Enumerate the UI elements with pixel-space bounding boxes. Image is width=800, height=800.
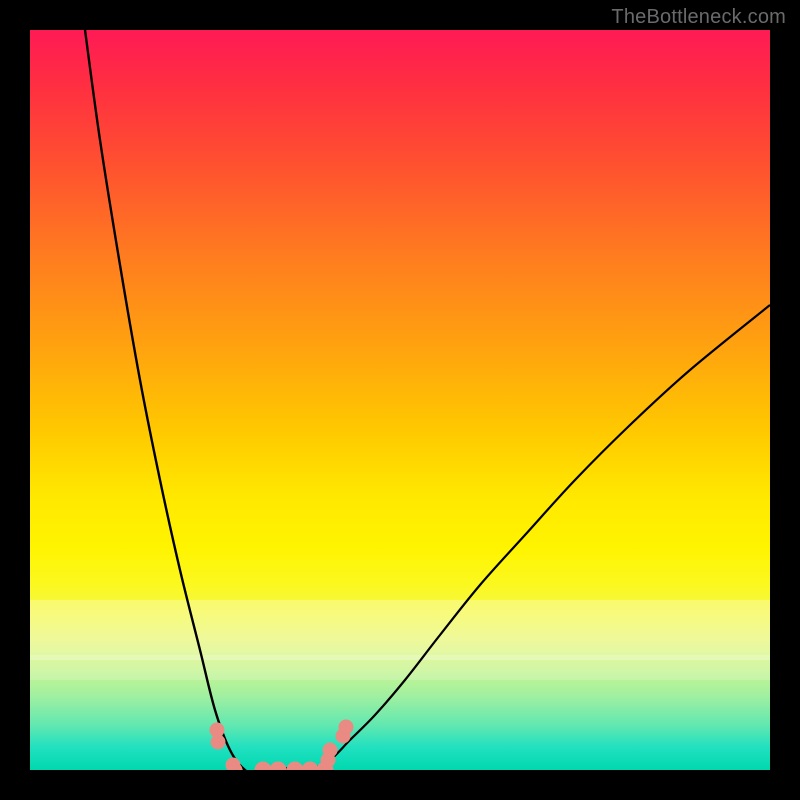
data-mark — [339, 720, 354, 735]
data-mark — [270, 762, 287, 771]
plot-frame — [30, 30, 770, 770]
data-mark — [287, 762, 304, 771]
data-mark — [255, 762, 272, 771]
left-curve — [85, 30, 290, 770]
data-marks — [210, 720, 354, 771]
watermark: TheBottleneck.com — [611, 6, 786, 29]
curves-svg — [30, 30, 770, 770]
data-mark — [211, 735, 226, 750]
right-curve — [310, 305, 770, 770]
data-mark — [302, 762, 319, 771]
data-mark — [323, 743, 338, 758]
